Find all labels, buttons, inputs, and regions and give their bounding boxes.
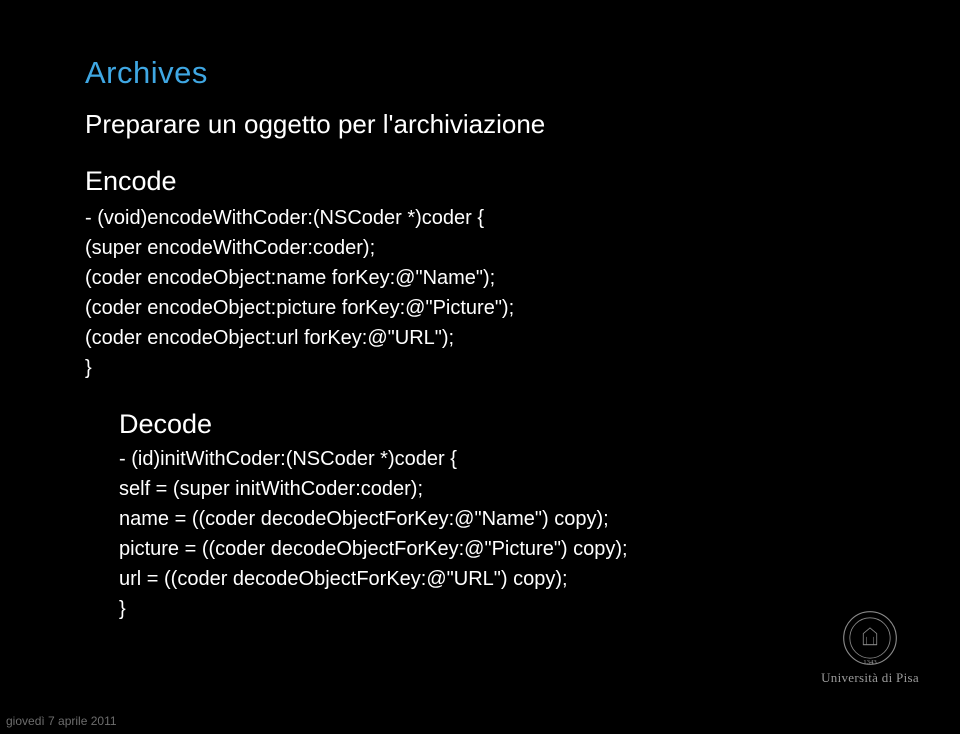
encode-code: - (void)encodeWithCoder:(NSCoder *)coder… — [85, 203, 875, 383]
slide-title: Archives — [85, 55, 875, 91]
code-line: } — [119, 594, 875, 624]
university-name: Università di Pisa — [810, 670, 930, 686]
decode-code: - (id)initWithCoder:(NSCoder *)coder { s… — [119, 444, 875, 624]
code-line: url = ((coder decodeObjectForKey:@"URL")… — [119, 564, 875, 594]
decode-heading: Decode — [119, 409, 875, 440]
slide-content: Archives Preparare un oggetto per l'arch… — [85, 55, 875, 624]
encode-heading: Encode — [85, 166, 875, 197]
university-logo: 1343 Università di Pisa — [810, 610, 930, 686]
code-line: (coder encodeObject:picture forKey:@"Pic… — [85, 293, 875, 323]
code-line: (super encodeWithCoder:coder); — [85, 233, 875, 263]
code-line: - (void)encodeWithCoder:(NSCoder *)coder… — [85, 203, 875, 233]
seal-year: 1343 — [863, 659, 877, 666]
university-seal-icon: 1343 — [842, 610, 898, 666]
code-line: picture = ((coder decodeObjectForKey:@"P… — [119, 534, 875, 564]
code-line: (coder encodeObject:url forKey:@"URL"); — [85, 323, 875, 353]
code-line: - (id)initWithCoder:(NSCoder *)coder { — [119, 444, 875, 474]
code-line: (coder encodeObject:name forKey:@"Name")… — [85, 263, 875, 293]
footer-date: giovedì 7 aprile 2011 — [6, 714, 117, 728]
slide-subtitle: Preparare un oggetto per l'archiviazione — [85, 109, 875, 140]
code-line: } — [85, 353, 875, 383]
slide: Archives Preparare un oggetto per l'arch… — [0, 0, 960, 734]
code-line: self = (super initWithCoder:coder); — [119, 474, 875, 504]
code-line: name = ((coder decodeObjectForKey:@"Name… — [119, 504, 875, 534]
decode-block: Decode - (id)initWithCoder:(NSCoder *)co… — [119, 409, 875, 624]
